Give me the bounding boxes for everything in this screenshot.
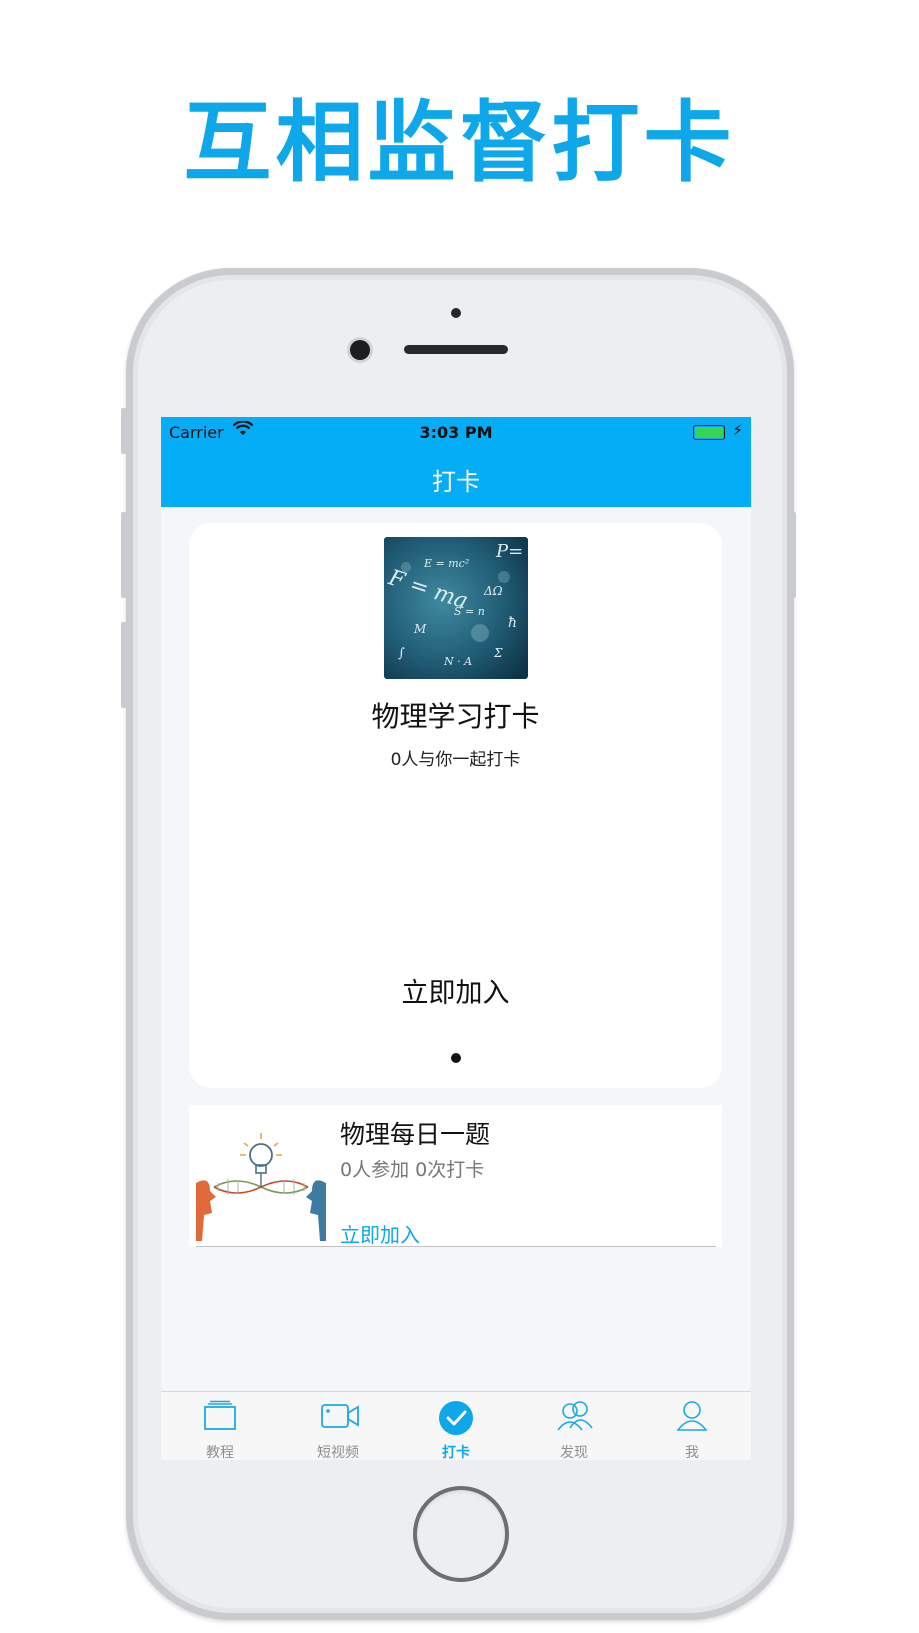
page-indicator-dot [451,1053,461,1063]
svg-text:E = mc²: E = mc² [423,557,469,570]
promo-headline: 互相监督打卡 [183,91,736,194]
charging-icon: ⚡ [732,421,743,439]
tab-bar: 教程 短视频 打卡 发现 我 [161,1391,751,1460]
tab-label: 短视频 [317,1445,359,1460]
svg-text:ħ: ħ [508,615,517,631]
featured-join-button[interactable]: 立即加入 [189,971,722,1010]
featured-card[interactable]: P= F = ma E = mc² ΔΩ ħ M S = n N · A ∫ Σ… [189,523,722,1088]
tab-label: 发现 [560,1445,588,1460]
status-bar: Carrier 3:03 PM ⚡ [161,417,751,447]
svg-text:∫: ∫ [398,646,405,661]
featured-title: 物理学习打卡 [371,700,540,733]
tab-tutorial[interactable]: 教程 [161,1392,279,1460]
list-item-meta: 0人参加 0次打卡 [340,1159,485,1181]
nav-title: 打卡 [432,468,480,496]
svg-text:Σ: Σ [493,646,503,660]
earpiece-speaker [404,345,508,354]
list-divider [196,1246,716,1247]
svg-text:ΔΩ: ΔΩ [483,584,503,598]
svg-text:S = n: S = n [454,605,485,618]
battery-icon [693,425,725,440]
tab-short-video[interactable]: 短视频 [279,1392,397,1460]
list-item-title: 物理每日一题 [340,1120,491,1149]
volume-up-button [121,512,127,598]
tab-me[interactable]: 我 [633,1392,751,1460]
front-camera [350,340,370,360]
svg-text:N · A: N · A [443,655,472,668]
physics-formula-image: P= F = ma E = mc² ΔΩ ħ M S = n N · A ∫ Σ [384,537,528,679]
tab-discover[interactable]: 发现 [515,1392,633,1460]
home-button[interactable] [413,1486,509,1582]
list-item-join-button[interactable]: 立即加入 [340,1219,420,1248]
app-screen: Carrier 3:03 PM ⚡ 打卡 P= F = ma E = mc² Δ… [161,417,751,1460]
list-thumbnail [196,1113,326,1241]
tab-checkin[interactable]: 打卡 [397,1392,515,1460]
tab-label: 我 [685,1445,699,1460]
navigation-bar: 打卡 [161,447,751,507]
list-item[interactable]: 物理每日一题 0人参加 0次打卡 立即加入 [189,1105,722,1247]
volume-down-button [121,622,127,708]
svg-text:P=: P= [495,541,523,562]
tab-label: 教程 [206,1445,234,1460]
power-button [790,512,796,598]
proximity-sensor [451,308,461,318]
svg-text:M: M [413,622,427,636]
mute-switch [121,408,127,454]
tab-label: 打卡 [442,1445,470,1460]
featured-subtitle: 0人与你一起打卡 [390,750,521,770]
status-time: 3:03 PM [419,423,493,442]
